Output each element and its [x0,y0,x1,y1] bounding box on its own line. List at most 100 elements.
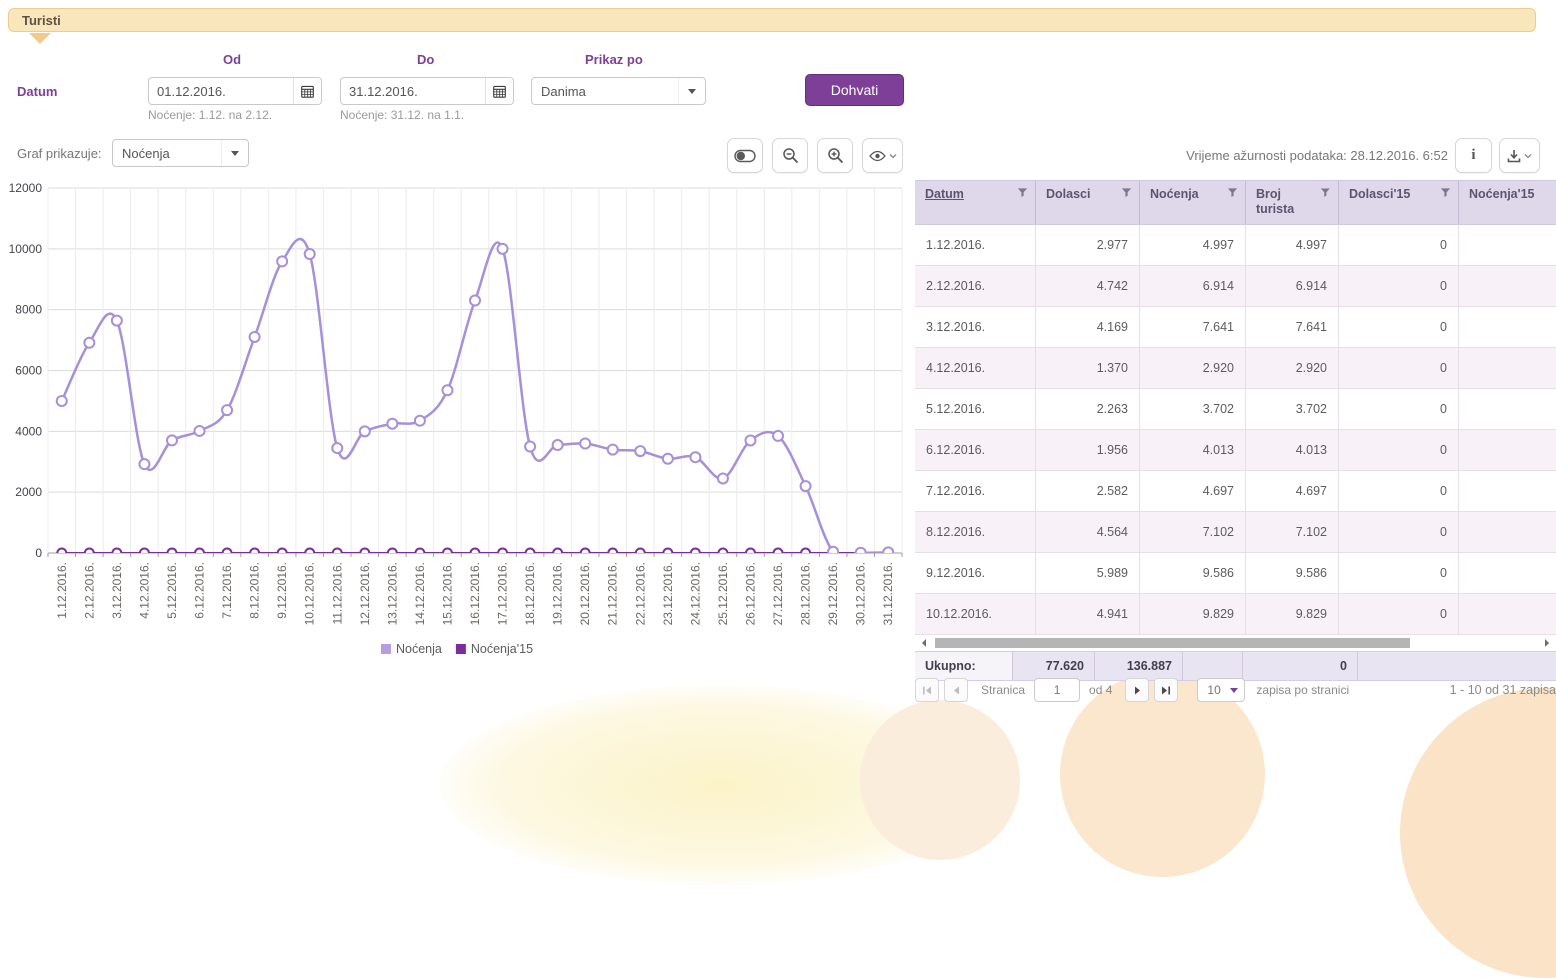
table-row[interactable]: 10.12.2016.4.9419.8299.8290 [915,594,1556,635]
table-cell [1459,266,1556,306]
table-cell: 9.12.2016. [915,553,1036,593]
column-label: Broj turista [1256,187,1320,217]
data-point-marker [84,338,94,348]
table-cell: 6.12.2016. [915,430,1036,470]
x-axis-tick-label: 3.12.2016. [110,562,124,619]
footer-total: 136.887 [1095,652,1183,680]
zoom-in-button[interactable] [817,138,853,173]
download-button[interactable] [1499,138,1540,173]
horizontal-scrollbar[interactable] [915,635,1556,651]
data-point-marker [223,549,232,558]
table-row[interactable]: 7.12.2016.2.5824.6974.6970 [915,471,1556,512]
next-page-icon [1134,686,1141,695]
prikaz-po-label: Prikaz po [585,52,643,67]
table-row[interactable]: 4.12.2016.1.3702.9202.9200 [915,348,1556,389]
decor-circle [860,700,1020,860]
table-cell: 4.697 [1140,471,1246,511]
column-label: Dolasci [1046,187,1090,202]
date-from-input[interactable] [149,84,293,99]
download-icon [1507,149,1521,163]
data-updated-label: Vrijeme ažurnosti podataka: 28.12.2016. … [1186,148,1448,163]
table-header: Datum Dolasci Noćenja Broj turista Dolasci'1… [915,180,1556,225]
column-label: Datum [925,187,964,202]
table-row[interactable]: 1.12.2016.2.9774.9974.9970 [915,225,1556,266]
data-point-marker [526,549,535,558]
first-page-button[interactable] [915,678,939,702]
chevron-down-icon [889,153,897,159]
page-number-input[interactable] [1034,678,1080,702]
column-header[interactable]: Noćenja [1140,181,1246,224]
graf-series-select[interactable]: Noćenja [112,139,249,167]
data-point-marker [828,547,838,557]
date-from-field[interactable] [148,77,322,105]
table-row[interactable]: 5.12.2016.2.2633.7023.7020 [915,389,1556,430]
series-Noćenja [57,239,893,558]
toggle-series-button[interactable] [727,138,763,173]
info-button[interactable]: i [1455,138,1492,173]
column-header[interactable]: Dolasci [1036,181,1140,224]
data-point-marker [277,256,287,266]
x-axis-tick-label: 24.12.2016. [688,562,702,625]
table-body: 1.12.2016.2.9774.9974.99702.12.2016.4.74… [915,225,1556,635]
data-point-marker [498,549,507,558]
table-row[interactable]: 6.12.2016.1.9564.0134.0130 [915,430,1556,471]
last-page-button[interactable] [1154,678,1178,702]
data-point-marker [112,316,122,326]
table-cell [1459,225,1556,265]
calendar-button[interactable] [485,78,513,104]
column-header[interactable]: Noćenja'15 [1459,181,1556,224]
filter-icon[interactable] [1227,187,1238,198]
table-footer: Ukupno:77.620136.8870 [915,651,1556,681]
graf-series-value: Noćenja [113,146,221,161]
table-cell: 4.742 [1036,266,1140,306]
table-row[interactable]: 3.12.2016.4.1697.6417.6410 [915,307,1556,348]
table-cell: 3.702 [1140,389,1246,429]
calendar-button[interactable] [293,78,321,104]
table-cell [1459,471,1556,511]
y-axis-tick-label: 6000 [15,364,42,378]
table-row[interactable]: 8.12.2016.4.5647.1027.1020 [915,512,1556,553]
date-to-field[interactable] [340,77,514,105]
column-header[interactable]: Broj turista [1246,181,1339,224]
filter-icon[interactable] [1440,187,1451,198]
filter-icon[interactable] [1121,187,1132,198]
x-axis-tick-label: 22.12.2016. [633,562,647,625]
scrollbar-thumb[interactable] [935,638,1410,648]
column-header[interactable]: Dolasci'15 [1339,181,1459,224]
scroll-left-icon[interactable] [917,636,931,650]
x-axis-tick-label: 5.12.2016. [165,562,179,619]
table-row[interactable]: 2.12.2016.4.7426.9146.9140 [915,266,1556,307]
zoom-out-icon [782,147,799,164]
legend-label[interactable]: Noćenja'15 [471,642,533,656]
table-cell: 4.013 [1246,430,1339,470]
table-cell: 1.12.2016. [915,225,1036,265]
filter-icon[interactable] [1320,187,1331,198]
footer-total: 77.620 [1013,652,1095,680]
table-cell: 2.12.2016. [915,266,1036,306]
dohvati-button[interactable]: Dohvati [805,74,904,106]
column-header[interactable]: Datum [915,181,1036,224]
zoom-out-button[interactable] [772,138,808,173]
filter-icon[interactable] [1017,187,1028,198]
prev-page-button[interactable] [944,678,968,702]
visibility-button[interactable] [862,138,903,173]
date-to-input[interactable] [341,84,485,99]
y-axis-tick-label: 2000 [15,485,42,499]
prikaz-po-select[interactable]: Danima [531,77,706,105]
x-axis-tick-label: 6.12.2016. [193,562,207,619]
table-cell: 0 [1339,430,1459,470]
legend-label[interactable]: Noćenja [396,642,442,656]
chevron-down-icon [221,140,248,166]
data-point-marker [608,549,617,558]
table-cell: 4.997 [1140,225,1246,265]
table-cell: 4.564 [1036,512,1140,552]
table-row[interactable]: 9.12.2016.5.9899.5869.5860 [915,553,1556,594]
tab-band: Turisti [8,8,1536,32]
table-cell: 1.956 [1036,430,1140,470]
next-page-button[interactable] [1125,678,1149,702]
x-axis-tick-label: 8.12.2016. [248,562,262,619]
tab-pointer-icon [29,33,51,44]
scroll-right-icon[interactable] [1540,636,1554,650]
x-axis-tick-label: 19.12.2016. [551,562,565,625]
page-size-select[interactable]: 10 [1197,678,1245,702]
